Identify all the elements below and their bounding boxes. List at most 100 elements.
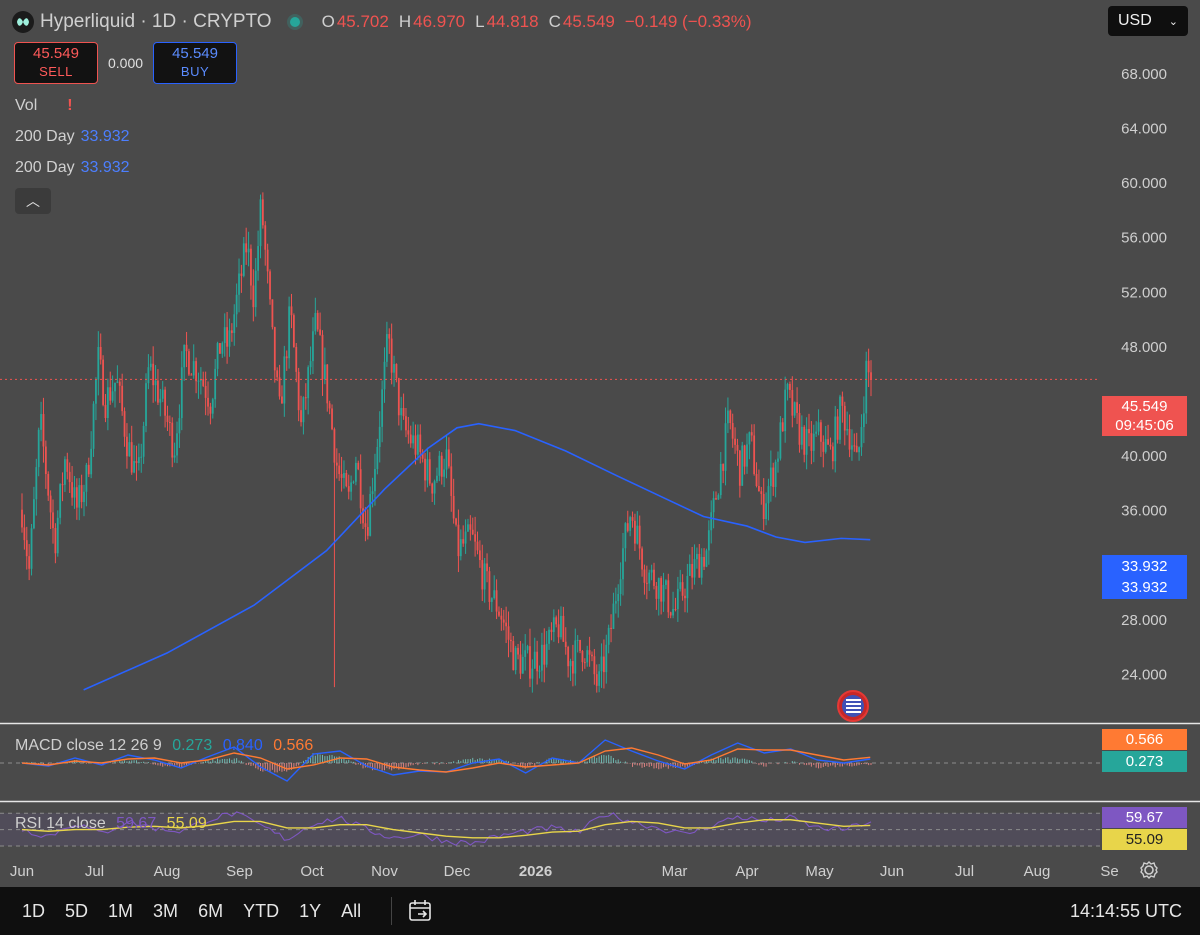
timeframe-all[interactable]: All — [331, 901, 371, 922]
candle-body — [634, 520, 636, 544]
candle-body — [235, 294, 238, 315]
candle-body — [250, 248, 252, 286]
x-tick-label: Oct — [300, 863, 324, 880]
rsi-legend[interactable]: RSI 14 close 59.67 55.09 — [15, 815, 207, 833]
timeframe-1m[interactable]: 1M — [98, 901, 143, 922]
candle-body — [824, 439, 827, 452]
candle-body — [261, 199, 264, 226]
y-tick-label: 64.000 — [1121, 121, 1167, 138]
candle-body — [312, 331, 314, 362]
candle-body — [774, 461, 777, 487]
date-range-icon[interactable] — [391, 897, 434, 925]
sell-button[interactable]: 45.549 SELL — [14, 42, 98, 84]
candle-body — [364, 523, 367, 528]
candle-body — [292, 315, 295, 347]
candle-body — [116, 381, 119, 383]
timeframe-3m[interactable]: 3M — [143, 901, 188, 922]
candle-body — [655, 585, 658, 599]
candle-body — [211, 399, 214, 414]
candle-body — [502, 619, 505, 623]
candle-body — [56, 517, 59, 554]
candle-body — [462, 539, 465, 544]
candle-body — [331, 408, 333, 430]
candle-body — [178, 418, 181, 434]
macd-histogram — [21, 753, 872, 773]
candle-body — [583, 662, 586, 664]
candle-body — [729, 410, 732, 424]
candle-body — [588, 650, 591, 655]
candle-body — [858, 447, 860, 453]
candle-body — [190, 374, 193, 376]
candle-body — [676, 588, 679, 610]
collapse-legend-button[interactable]: ︿ — [15, 188, 51, 214]
candle-body — [743, 445, 746, 467]
candle-body — [152, 363, 155, 386]
warning-icon[interactable]: ! — [67, 97, 72, 114]
candle-body — [428, 459, 431, 484]
candle-body — [192, 361, 195, 376]
timeframe-5d[interactable]: 5D — [55, 901, 98, 922]
event-marker-flag — [842, 695, 864, 717]
candle-body — [643, 569, 646, 583]
candle-body — [209, 406, 212, 414]
candle-body — [626, 523, 629, 531]
timeframe-6m[interactable]: 6M — [188, 901, 233, 922]
candle-body — [21, 509, 23, 528]
candle-body — [514, 647, 517, 671]
candle-body — [233, 314, 236, 333]
candle-body — [273, 327, 276, 371]
low-key: L — [475, 12, 485, 31]
x-tick-label: Aug — [1024, 863, 1051, 880]
candle-body — [168, 422, 171, 424]
candle-body — [183, 344, 186, 368]
candle-body — [126, 436, 128, 457]
symbol-title[interactable]: Hyperliquid · 1D · CRYPTO — [40, 11, 272, 33]
candle-body — [579, 639, 581, 652]
candle-body — [562, 615, 565, 642]
x-tick-label: 2026 — [519, 863, 552, 880]
currency-select[interactable]: USD ⌄ — [1108, 6, 1188, 36]
candle-body — [447, 449, 450, 467]
candle-body — [815, 431, 818, 434]
candle-body — [37, 429, 40, 468]
candle-body — [269, 271, 271, 300]
candle-body — [135, 461, 138, 464]
candle-body — [443, 469, 446, 477]
candle-body — [533, 651, 536, 669]
settings-gear-icon[interactable] — [1138, 859, 1160, 881]
rsi-tag: 59.67 — [1102, 807, 1187, 828]
candle-body — [185, 344, 188, 352]
candle-body — [283, 356, 286, 404]
candle-body — [867, 360, 870, 373]
candle-body — [359, 469, 362, 509]
candle-body — [464, 531, 467, 544]
candle-body — [693, 559, 696, 578]
timeframe-ytd[interactable]: YTD — [233, 901, 289, 922]
candle-body — [610, 627, 612, 629]
candle-body — [750, 432, 753, 436]
candle-body — [352, 481, 355, 483]
candle-body — [230, 330, 233, 333]
open-value: 45.702 — [336, 12, 389, 31]
candle-body — [92, 403, 95, 449]
volume-legend[interactable]: Vol! — [15, 97, 73, 115]
ma2-legend[interactable]: 200 Day 33.932 — [15, 159, 130, 177]
candle-body — [338, 465, 341, 475]
bar-countdown: 09:45:06 — [1115, 417, 1174, 434]
candle-body — [445, 449, 448, 470]
utc-clock[interactable]: 14:14:55 UTC — [1070, 887, 1182, 935]
timeframe-1d[interactable]: 1D — [12, 901, 55, 922]
candle-body — [870, 372, 872, 380]
ma1-legend[interactable]: 200 Day 33.932 — [15, 128, 130, 146]
candle-body — [99, 346, 102, 360]
macd-legend[interactable]: MACD close 12 26 9 0.273 0.840 0.566 — [15, 737, 313, 755]
timeframe-1y[interactable]: 1Y — [289, 901, 331, 922]
candle-body — [719, 464, 722, 496]
candle-body — [476, 541, 479, 551]
candle-body — [667, 580, 670, 613]
candle-body — [424, 458, 426, 481]
candle-body — [541, 644, 543, 671]
candle-body — [567, 646, 570, 667]
buy-button[interactable]: 45.549 BUY — [153, 42, 238, 84]
candle-body — [679, 582, 682, 589]
